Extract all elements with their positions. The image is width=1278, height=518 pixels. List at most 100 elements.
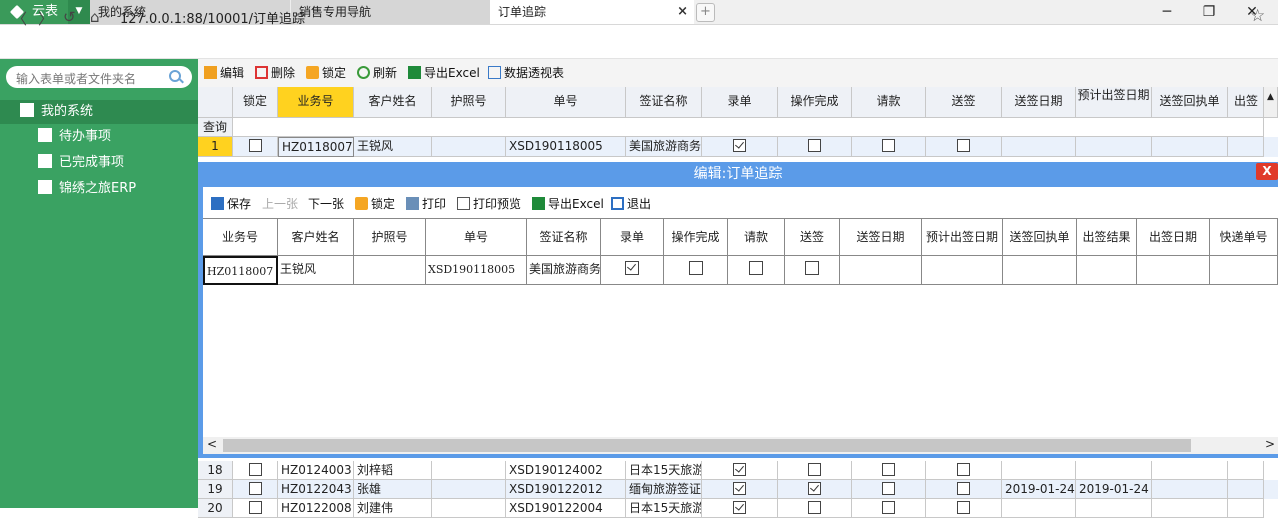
sidebar-item-erp[interactable]: 锦绣之旅ERP <box>38 177 136 201</box>
done-cell[interactable] <box>778 137 852 157</box>
edit-button[interactable]: 编辑 <box>204 65 244 81</box>
order-no-cell[interactable]: XSD190124002 <box>506 461 626 480</box>
checkbox[interactable] <box>733 463 746 476</box>
order-no-cell[interactable]: XSD190122004 <box>506 499 626 518</box>
sidebar-item-done[interactable]: 已完成事项 <box>38 151 124 175</box>
home-icon[interactable]: ⌂ <box>90 8 100 26</box>
passport-cell[interactable] <box>432 461 506 480</box>
receipt-cell[interactable] <box>1152 480 1228 499</box>
send-cell[interactable] <box>926 480 1002 499</box>
passport-cell[interactable] <box>432 499 506 518</box>
checkbox[interactable] <box>957 139 970 152</box>
done-cell[interactable] <box>778 461 852 480</box>
entry-cell[interactable] <box>702 461 778 480</box>
col-send[interactable]: 送签 <box>785 218 840 256</box>
customer-cell[interactable]: 王锐风 <box>354 137 432 157</box>
receipt-input[interactable] <box>1003 256 1077 285</box>
maximize-button[interactable]: ❐ <box>1187 0 1231 24</box>
dialog-close-button[interactable]: X <box>1256 163 1278 180</box>
table-row[interactable]: 20 HZ0122008 刘建伟 XSD190122004 日本15天旅游 <box>198 499 1278 518</box>
close-icon[interactable]: × <box>677 0 688 24</box>
table-row[interactable]: 19 HZ0122043 张雄 XSD190122012 缅甸旅游签证 2019… <box>198 480 1278 499</box>
result-cell[interactable] <box>1228 137 1264 157</box>
table-row[interactable]: 18 HZ0124003 刘梓韬 XSD190124002 日本15天旅游 <box>198 461 1278 480</box>
pay-cell[interactable] <box>852 499 926 518</box>
send-date-cell[interactable] <box>1002 499 1076 518</box>
send-date-cell[interactable] <box>1002 461 1076 480</box>
issue-date-input[interactable] <box>1137 256 1210 285</box>
lock-checkbox-cell[interactable] <box>233 137 278 157</box>
done-checkbox-cell[interactable] <box>664 256 728 285</box>
col-send-date[interactable]: 送签日期 <box>840 218 922 256</box>
checkbox[interactable] <box>882 139 895 152</box>
col-payment[interactable]: 请款 <box>852 87 926 118</box>
checkbox[interactable] <box>808 139 821 152</box>
passport-cell[interactable] <box>432 137 506 157</box>
entry-cell[interactable] <box>702 137 778 157</box>
done-cell[interactable] <box>778 499 852 518</box>
col-visa-name[interactable]: 签证名称 <box>626 87 702 118</box>
checkbox[interactable] <box>808 482 821 495</box>
checkbox[interactable] <box>749 261 763 275</box>
col-receipt[interactable]: 送签回执单 <box>1152 87 1228 118</box>
pay-cell[interactable] <box>852 480 926 499</box>
checkbox[interactable] <box>688 261 703 275</box>
send-cell[interactable] <box>926 461 1002 480</box>
biz-no-input[interactable]: HZ0118007 <box>203 256 278 285</box>
order-no-cell[interactable]: XSD190122012 <box>506 480 626 499</box>
col-result[interactable]: 出签 <box>1228 87 1264 118</box>
col-passport[interactable]: 护照号 <box>354 218 426 256</box>
col-customer[interactable]: 客户姓名 <box>354 87 432 118</box>
col-biz-no[interactable]: 业务号 <box>203 218 278 256</box>
visa-input[interactable]: 美国旅游商务 <box>527 256 601 285</box>
send-cell[interactable] <box>926 499 1002 518</box>
scroll-left-icon[interactable]: < <box>207 437 217 451</box>
checkbox[interactable] <box>733 482 746 495</box>
express-no-input[interactable] <box>1210 256 1278 285</box>
col-lock[interactable]: 锁定 <box>233 87 278 118</box>
tab-order-tracking[interactable]: 订单追踪 × <box>490 0 694 24</box>
sidebar-item-my-system[interactable]: 我的系统 <box>0 100 198 124</box>
scroll-right-icon[interactable]: > <box>1265 437 1275 451</box>
expected-date-cell[interactable] <box>1076 137 1152 157</box>
col-result[interactable]: 出签结果 <box>1077 218 1137 256</box>
passport-input[interactable] <box>354 256 426 285</box>
receipt-cell[interactable] <box>1152 499 1228 518</box>
visa-cell[interactable]: 日本15天旅游 <box>626 461 702 480</box>
col-order-no[interactable]: 单号 <box>426 218 527 256</box>
col-issue-date[interactable]: 出签日期 <box>1137 218 1210 256</box>
result-input[interactable] <box>1077 256 1137 285</box>
back-icon[interactable]: 〈 <box>12 8 27 29</box>
reload-icon[interactable]: ↺ <box>63 8 76 26</box>
checkbox[interactable] <box>248 463 262 476</box>
pay-cell[interactable] <box>852 461 926 480</box>
bookmark-star-icon[interactable]: ☆ <box>1250 6 1265 26</box>
col-send[interactable]: 送签 <box>926 87 1002 118</box>
scrollbar-thumb[interactable] <box>223 439 1191 452</box>
col-op-done[interactable]: 操作完成 <box>664 218 728 256</box>
export-excel-button[interactable]: 导出Excel <box>408 65 480 81</box>
biz-no-cell[interactable]: HZ0124003 <box>278 461 354 480</box>
receipt-cell[interactable] <box>1152 461 1228 480</box>
done-cell[interactable] <box>778 480 852 499</box>
customer-cell[interactable]: 刘梓韬 <box>354 461 432 480</box>
expected-date-cell[interactable] <box>1076 461 1152 480</box>
checkbox[interactable] <box>882 482 895 495</box>
col-express-no[interactable]: 快递单号 <box>1210 218 1278 256</box>
expected-date-cell[interactable]: 2019-01-24 <box>1076 480 1152 499</box>
lock-button[interactable]: 锁定 <box>306 65 346 81</box>
checkbox[interactable] <box>248 482 262 495</box>
expected-date-cell[interactable] <box>1076 499 1152 518</box>
checkbox[interactable] <box>248 139 262 152</box>
tab-sales-nav[interactable]: 销售专用导航 <box>290 0 491 24</box>
result-cell[interactable] <box>1228 499 1264 518</box>
lock-checkbox-cell[interactable] <box>233 461 278 480</box>
table-row[interactable]: 1 HZ0118007 王锐风 XSD190118005 美国旅游商务 <box>198 137 1278 157</box>
dialog-export-button[interactable]: 导出Excel <box>532 195 604 212</box>
dialog-lock-button[interactable]: 锁定 <box>355 195 395 212</box>
customer-input[interactable]: 王锐风 <box>278 256 354 285</box>
col-entry[interactable]: 录单 <box>601 218 664 256</box>
col-expected-date[interactable]: 预计出签日期 <box>1076 87 1152 118</box>
col-payment[interactable]: 请款 <box>728 218 785 256</box>
pay-checkbox-cell[interactable] <box>728 256 785 285</box>
